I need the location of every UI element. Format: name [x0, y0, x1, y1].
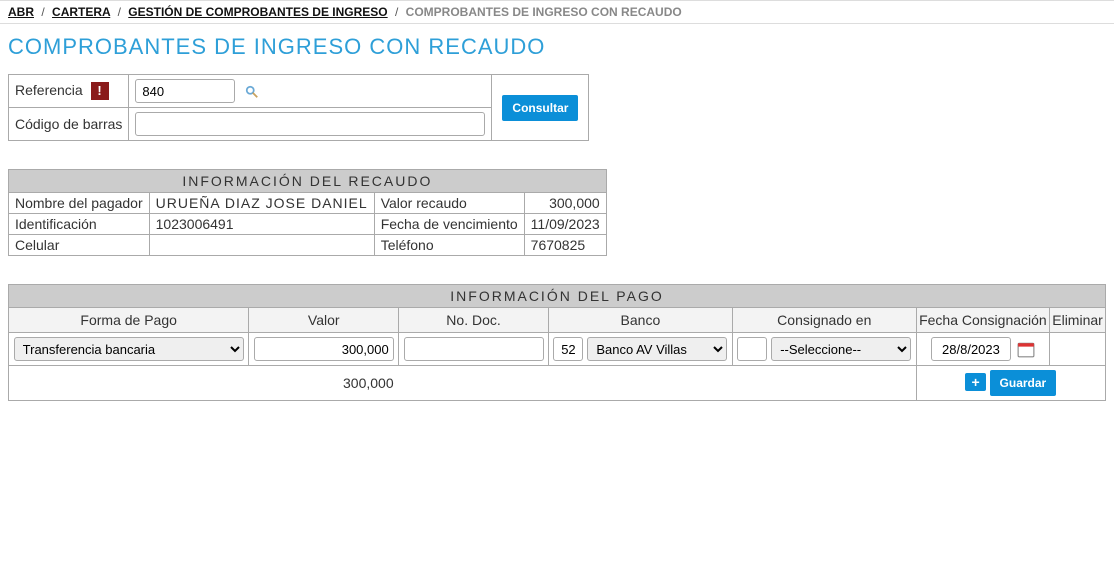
calendar-icon[interactable]	[1017, 341, 1035, 359]
consigned-select[interactable]: --Seleccione--	[771, 337, 911, 361]
col-forma: Forma de Pago	[9, 308, 249, 333]
cel-value	[149, 235, 374, 256]
table-row: Transferencia bancaria Banco AV Villas -…	[9, 333, 1106, 366]
save-button[interactable]: Guardar	[990, 370, 1057, 396]
breadcrumb: ABR / CARTERA / GESTIÓN DE COMPROBANTES …	[0, 0, 1114, 24]
payment-value-input[interactable]	[254, 337, 394, 361]
tel-value: 7670825	[524, 235, 606, 256]
reference-input[interactable]	[135, 79, 235, 103]
bank-select[interactable]: Banco AV Villas	[587, 337, 727, 361]
consigned-code-input[interactable]	[737, 337, 767, 361]
due-date-label: Fecha de vencimiento	[374, 214, 524, 235]
add-row-button[interactable]: +	[965, 373, 985, 391]
payment-method-select[interactable]: Transferencia bancaria	[14, 337, 244, 361]
ident-label: Identificación	[9, 214, 150, 235]
recaudo-header: INFORMACIÓN DEL RECAUDO	[9, 170, 607, 193]
col-doc: No. Doc.	[399, 308, 549, 333]
due-date-value: 11/09/2023	[524, 214, 606, 235]
breadcrumb-link[interactable]: GESTIÓN DE COMPROBANTES DE INGRESO	[128, 5, 387, 19]
doc-number-input[interactable]	[404, 337, 544, 361]
bank-code-input[interactable]	[553, 337, 583, 361]
payer-name-value: URUEÑA DIAZ JOSE DANIEL	[149, 193, 374, 214]
tel-label: Teléfono	[374, 235, 524, 256]
col-consignado: Consignado en	[732, 308, 916, 333]
consignment-date-input[interactable]	[931, 337, 1011, 361]
search-table: Referencia ! Consultar Código de barras	[8, 74, 589, 141]
barcode-label: Código de barras	[9, 108, 129, 141]
page-title: COMPROBANTES DE INGRESO CON RECAUDO	[0, 24, 1114, 74]
col-eliminar: Eliminar	[1050, 308, 1106, 333]
cel-label: Celular	[9, 235, 150, 256]
col-valor: Valor	[249, 308, 399, 333]
recaudo-value-label: Valor recaudo	[374, 193, 524, 214]
alert-icon: !	[91, 82, 109, 100]
pago-header: INFORMACIÓN DEL PAGO	[9, 285, 1106, 308]
breadcrumb-link[interactable]: ABR	[8, 5, 34, 19]
consult-button[interactable]: Consultar	[502, 95, 578, 121]
delete-cell	[1050, 333, 1106, 366]
col-fecha: Fecha Consignación	[916, 308, 1049, 333]
reference-label: Referencia !	[9, 75, 129, 108]
search-icon[interactable]	[245, 85, 259, 99]
col-banco: Banco	[548, 308, 732, 333]
ident-value: 1023006491	[149, 214, 374, 235]
breadcrumb-link[interactable]: CARTERA	[52, 5, 110, 19]
barcode-input[interactable]	[135, 112, 485, 136]
breadcrumb-current: COMPROBANTES DE INGRESO CON RECAUDO	[406, 5, 682, 19]
recaudo-table: INFORMACIÓN DEL RECAUDO Nombre del pagad…	[8, 169, 607, 256]
total-value: 300,000	[13, 375, 912, 391]
pago-table: INFORMACIÓN DEL PAGO Forma de Pago Valor…	[8, 284, 1106, 401]
recaudo-value: 300,000	[524, 193, 606, 214]
payer-name-label: Nombre del pagador	[9, 193, 150, 214]
